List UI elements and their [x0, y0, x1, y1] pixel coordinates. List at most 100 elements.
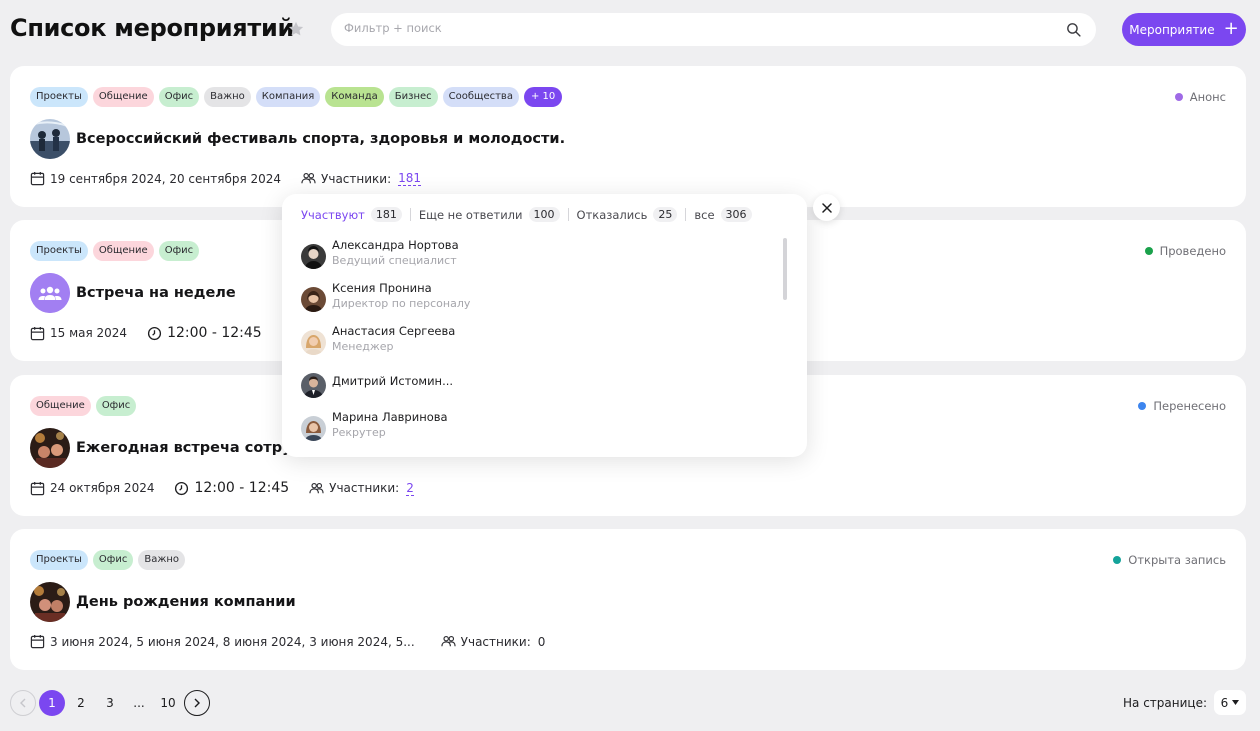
avatar [301, 330, 326, 355]
participant-name: Марина Лавринова [332, 410, 448, 424]
event-title[interactable]: Всероссийский фестиваль спорта, здоровья… [76, 131, 565, 147]
participant-item[interactable]: Анастасия Сергеева Менеджер [301, 322, 761, 355]
participants-label: Участники: [460, 634, 531, 649]
per-page-control: На странице: 6 [1123, 690, 1246, 715]
event-meta: 3 июня 2024, 5 июня 2024, 8 июня 2024, 3… [30, 634, 565, 649]
participants-count-link[interactable]: 2 [406, 481, 414, 496]
event-title[interactable]: Встреча на неделе [76, 285, 236, 301]
count-badge: 306 [720, 207, 752, 222]
tag[interactable]: Общение [92, 87, 154, 107]
pagination: 1 2 3 ... 10 [10, 690, 210, 716]
tag[interactable]: Важно [204, 87, 251, 107]
calendar-icon [30, 171, 45, 186]
tab-not-answered[interactable]: Еще не ответили 100 [419, 207, 560, 222]
tab-label: Отказались [576, 207, 648, 222]
participants-label: Участники: [329, 481, 400, 495]
event-meta: 15 мая 2024 12:00 - 12:45 [30, 325, 322, 341]
avatar [301, 416, 326, 441]
page-button[interactable]: 1 [39, 690, 65, 716]
per-page-select[interactable]: 6 [1214, 690, 1246, 715]
close-popup-button[interactable] [813, 194, 840, 221]
avatar [301, 287, 326, 312]
page-button[interactable]: 2 [68, 690, 94, 716]
participant-item[interactable]: Александра Нортова Ведущий специалист [301, 236, 761, 269]
participants-count: 0 [537, 634, 546, 649]
tag[interactable]: Компания [255, 87, 321, 107]
tag[interactable]: Команда [325, 87, 384, 107]
count-badge: 100 [528, 207, 560, 222]
event-meta: 19 сентября 2024, 20 сентября 2024 Участ… [30, 171, 441, 186]
status-dot [1138, 402, 1147, 410]
tab-label: Еще не ответили [418, 207, 523, 222]
participants-count-link[interactable]: 181 [398, 171, 422, 186]
tab-all[interactable]: все 306 [694, 207, 752, 222]
participant-role: Директор по персоналу [332, 297, 471, 310]
tab-divider [685, 208, 687, 221]
tag[interactable]: Важно [138, 550, 185, 570]
tag-list: Проекты Общение Офис Важно Компания Кома… [30, 87, 563, 107]
tag[interactable]: Офис [158, 241, 200, 261]
tag-list: Проекты Офис Важно [30, 550, 185, 570]
tag[interactable]: Офис [158, 87, 200, 107]
event-time: 12:00 - 12:45 [194, 480, 290, 496]
tag[interactable]: Офис [95, 396, 137, 416]
tag[interactable]: Проекты [30, 241, 88, 261]
event-card[interactable]: Проекты Офис Важно Открыта запись День р… [10, 529, 1246, 670]
event-title[interactable]: День рождения компании [76, 594, 296, 610]
more-tags-badge[interactable]: + 10 [523, 87, 563, 107]
participant-role: Менеджер [332, 340, 394, 353]
calendar-icon [30, 634, 45, 649]
tag[interactable]: Проекты [30, 87, 88, 107]
tag[interactable]: Общение [30, 396, 91, 416]
calendar-icon [30, 326, 45, 340]
add-event-button-label: Мероприятие [1129, 22, 1215, 37]
clock-icon [147, 326, 162, 340]
search-bar [331, 13, 1096, 46]
count-badge: 181 [370, 207, 402, 222]
participant-name: Дмитрий Истомин... [332, 373, 454, 388]
scrollbar[interactable] [783, 238, 787, 300]
participant-role: Рекрутер [332, 426, 386, 439]
tag[interactable]: Бизнес [388, 87, 438, 107]
chevron-left-icon [20, 698, 26, 708]
calendar-icon [30, 481, 45, 495]
page-button[interactable]: 10 [155, 690, 181, 716]
next-page-button[interactable] [184, 690, 210, 716]
status-label: Проведено [1159, 244, 1226, 258]
participants-label: Участники: [321, 171, 392, 186]
participants-icon [309, 482, 324, 493]
tag[interactable]: Офис [92, 550, 134, 570]
tab-declined[interactable]: Отказались 25 [577, 207, 678, 222]
caret-down-icon [1232, 700, 1240, 705]
tag-list: Проекты Общение Офис [30, 241, 200, 261]
count-badge: 25 [653, 207, 678, 222]
status-label: Анонс [1189, 90, 1226, 104]
star-icon[interactable] [287, 20, 305, 38]
tag[interactable]: Сообщества [442, 87, 519, 107]
event-avatar [30, 582, 70, 622]
tab-participating[interactable]: Участвуют 181 [301, 207, 402, 222]
group-icon [30, 273, 70, 313]
search-icon[interactable] [1065, 21, 1082, 38]
status-dot [1174, 93, 1183, 101]
search-input[interactable] [344, 21, 1044, 35]
status-label: Перенесено [1153, 399, 1226, 413]
tag[interactable]: Проекты [30, 550, 88, 570]
per-page-value: 6 [1220, 695, 1229, 710]
event-card[interactable]: Проекты Общение Офис Важно Компания Кома… [10, 66, 1246, 207]
participant-item[interactable]: Ксения Пронина Директор по персоналу [301, 279, 761, 312]
page-button[interactable]: 3 [97, 690, 123, 716]
clock-icon [175, 481, 189, 495]
tab-label: Участвуют [301, 207, 365, 222]
participant-item[interactable]: Дмитрий Истомин... [301, 365, 761, 398]
tag[interactable]: Общение [92, 241, 154, 261]
participant-item[interactable]: Марина Лавринова Рекрутер [301, 408, 761, 441]
status-label: Открыта запись [1128, 553, 1226, 567]
prev-page-button[interactable] [10, 690, 36, 716]
participant-name: Ксения Пронина [332, 281, 432, 295]
event-dates: 24 октября 2024 [50, 481, 155, 495]
add-event-button[interactable]: Мероприятие + [1122, 13, 1246, 46]
event-dates: 19 сентября 2024, 20 сентября 2024 [50, 171, 282, 186]
participants-popup: Участвуют 181 Еще не ответили 100 Отказа… [282, 194, 807, 457]
event-avatar [30, 119, 70, 159]
